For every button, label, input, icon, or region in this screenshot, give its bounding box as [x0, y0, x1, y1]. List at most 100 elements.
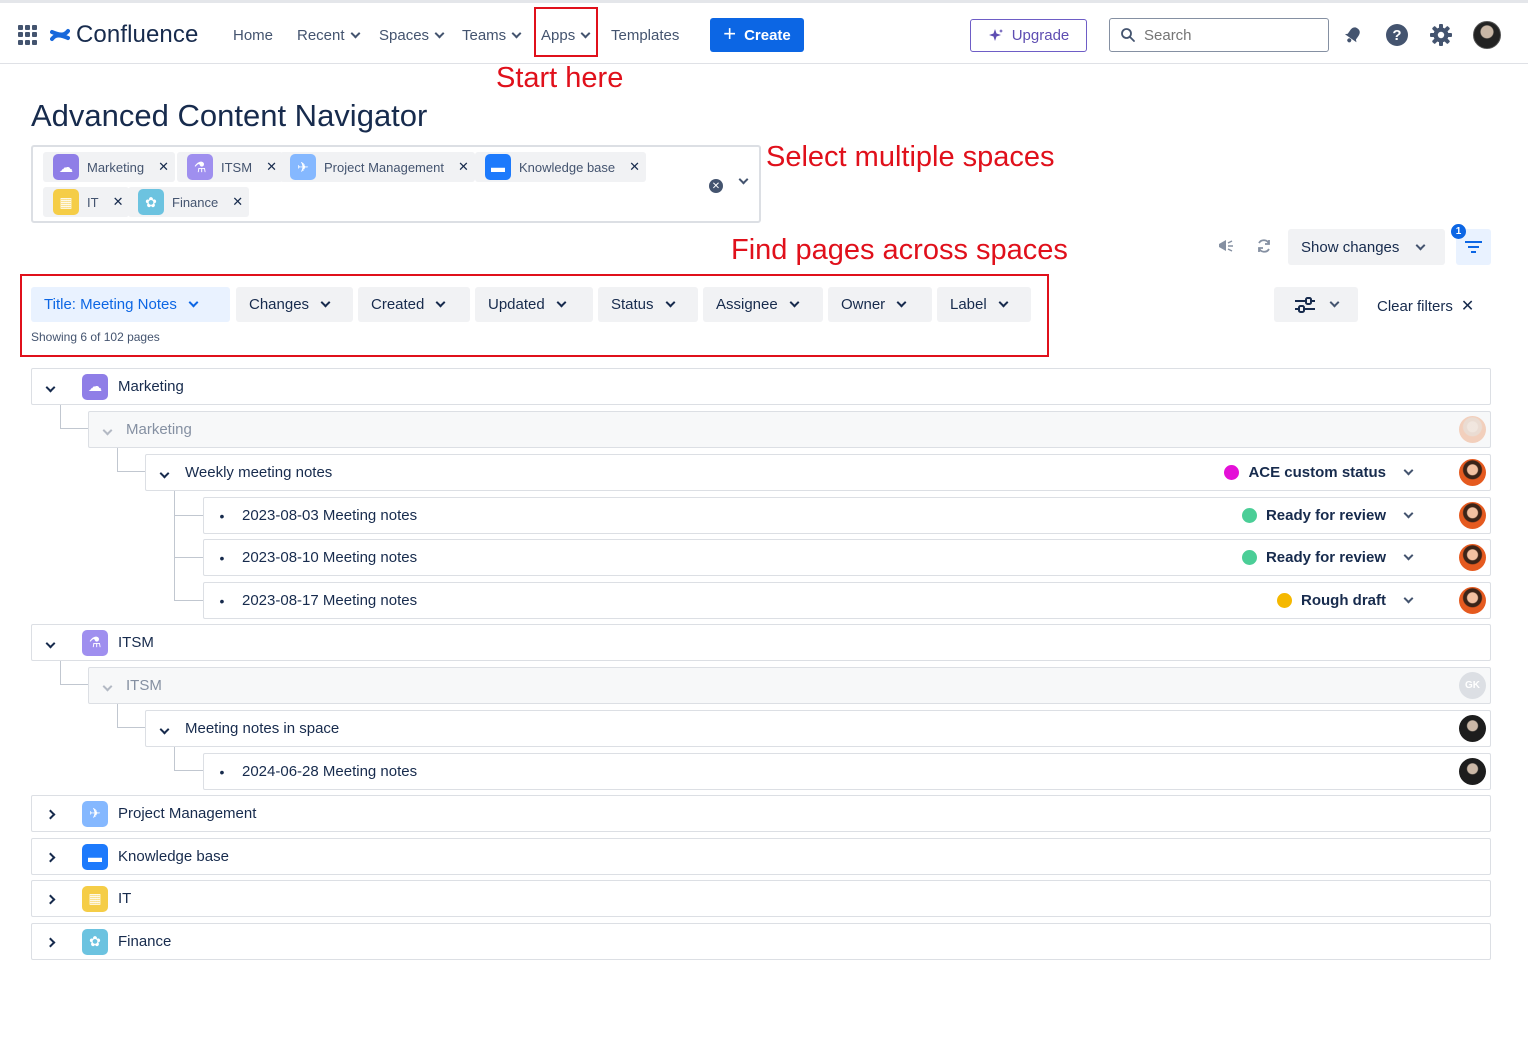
announcement-icon[interactable] — [1217, 238, 1235, 259]
owner-avatar[interactable] — [1459, 758, 1486, 785]
filter-title[interactable]: Title: Meeting Notes — [31, 287, 230, 322]
tree-row-space-marketing[interactable]: ☁ Marketing — [31, 368, 1491, 405]
space-chip-label: IT — [87, 194, 99, 210]
filter-status[interactable]: Status — [598, 287, 698, 322]
status-selector[interactable]: Ready for review — [1241, 507, 1414, 524]
nav-recent[interactable]: Recent — [297, 27, 360, 44]
help-icon[interactable]: ? — [1385, 23, 1409, 47]
collapse-toggle[interactable] — [93, 421, 121, 438]
clear-filters-button[interactable]: Clear filters ✕ — [1377, 296, 1474, 316]
expand-toggle[interactable] — [36, 890, 64, 907]
owner-avatar[interactable] — [1459, 459, 1486, 486]
filter-created[interactable]: Created — [358, 287, 470, 322]
marketing-space-icon: ☁ — [53, 154, 79, 180]
filter-assignee[interactable]: Assignee — [703, 287, 823, 322]
owner-avatar[interactable]: GK — [1459, 672, 1486, 699]
search-input[interactable] — [1144, 26, 1314, 44]
create-button[interactable]: + Create — [710, 18, 804, 52]
page-title-link[interactable]: Weekly meeting notes — [185, 464, 332, 481]
refresh-icon[interactable] — [1256, 238, 1272, 259]
space-chip-it[interactable]: ▦ IT ✕ — [43, 187, 130, 217]
chevron-down-icon — [1415, 240, 1426, 250]
status-selector[interactable]: ACE custom status — [1224, 464, 1414, 481]
tree-row-space-home[interactable]: ITSM GK — [88, 667, 1491, 704]
space-name: Marketing — [118, 378, 184, 395]
tree-row-space-project-management[interactable]: ✈ Project Management — [31, 795, 1491, 832]
app-switcher-icon[interactable] — [18, 25, 38, 45]
collapse-toggle[interactable] — [150, 720, 178, 737]
filter-changes[interactable]: Changes — [236, 287, 353, 322]
tree-row-page[interactable]: • 2023-08-17 Meeting notes Rough draft — [203, 582, 1491, 619]
chevron-down-icon — [45, 638, 55, 649]
remove-chip-icon[interactable]: ✕ — [266, 159, 277, 175]
results-count: Showing 6 of 102 pages — [31, 330, 160, 344]
chevron-down-icon — [159, 468, 169, 479]
owner-avatar[interactable] — [1459, 587, 1486, 614]
collapse-toggle[interactable] — [150, 464, 178, 481]
chevron-down-icon[interactable] — [738, 174, 749, 185]
chevron-right-icon — [45, 937, 55, 948]
display-options-button[interactable] — [1274, 287, 1358, 322]
status-label: Ready for review — [1265, 549, 1386, 566]
filter-updated[interactable]: Updated — [475, 287, 593, 322]
notifications-icon[interactable] — [1341, 23, 1365, 47]
space-chip-marketing[interactable]: ☁ Marketing ✕ — [43, 152, 175, 182]
space-chip-knowledge-base[interactable]: ▬ Knowledge base ✕ — [475, 152, 647, 182]
owner-avatar[interactable] — [1459, 715, 1486, 742]
expand-toggle[interactable] — [36, 848, 64, 865]
remove-chip-icon[interactable]: ✕ — [458, 159, 469, 175]
space-chip-finance[interactable]: ✿ Finance ✕ — [128, 187, 250, 217]
tree-connector — [174, 747, 203, 771]
page-title-link[interactable]: 2023-08-17 Meeting notes — [242, 592, 417, 609]
upgrade-button[interactable]: Upgrade — [970, 19, 1087, 52]
status-selector[interactable]: Ready for review — [1241, 549, 1414, 566]
page-title-link[interactable]: Meeting notes in space — [185, 720, 339, 737]
filter-created-label: Created — [371, 296, 425, 313]
expand-toggle[interactable] — [36, 805, 64, 822]
space-chip-itsm[interactable]: ⚗ ITSM ✕ — [177, 152, 283, 182]
tree-row-space-home[interactable]: Marketing — [88, 411, 1491, 448]
owner-avatar[interactable] — [1459, 502, 1486, 529]
page-title-link[interactable]: Marketing — [126, 421, 192, 438]
chevron-down-icon — [159, 724, 169, 735]
tree-row-page[interactable]: • 2024-06-28 Meeting notes — [203, 753, 1491, 790]
confluence-logo[interactable]: Confluence — [50, 21, 198, 49]
page-title-link[interactable]: 2024-06-28 Meeting notes — [242, 763, 417, 780]
tree-row-page[interactable]: Meeting notes in space — [145, 710, 1491, 747]
remove-chip-icon[interactable]: ✕ — [158, 159, 169, 175]
profile-avatar[interactable] — [1473, 21, 1501, 49]
status-selector[interactable]: Rough draft — [1277, 592, 1414, 609]
tree-row-space-itsm[interactable]: ⚗ ITSM — [31, 624, 1491, 661]
owner-avatar[interactable] — [1459, 544, 1486, 571]
nav-templates[interactable]: Templates — [611, 27, 679, 44]
nav-home[interactable]: Home — [233, 27, 273, 44]
page-title-link[interactable]: ITSM — [126, 677, 162, 694]
page-title-link[interactable]: 2023-08-03 Meeting notes — [242, 507, 417, 524]
tree-row-space-knowledge-base[interactable]: ▬ Knowledge base — [31, 838, 1491, 875]
remove-chip-icon[interactable]: ✕ — [232, 194, 243, 210]
tree-row-page[interactable]: • 2023-08-10 Meeting notes Ready for rev… — [203, 539, 1491, 576]
tree-row-page[interactable]: • 2023-08-03 Meeting notes Ready for rev… — [203, 497, 1491, 534]
collapse-toggle[interactable] — [36, 634, 64, 651]
tree-row-space-it[interactable]: ▦ IT — [31, 880, 1491, 917]
owner-avatar[interactable] — [1459, 416, 1486, 443]
show-changes-button[interactable]: Show changes — [1288, 229, 1445, 265]
filter-owner[interactable]: Owner — [828, 287, 932, 322]
expand-toggle[interactable] — [36, 933, 64, 950]
settings-icon[interactable] — [1429, 23, 1453, 47]
remove-chip-icon[interactable]: ✕ — [113, 194, 124, 210]
collapse-toggle[interactable] — [93, 677, 121, 694]
nav-teams[interactable]: Teams — [462, 27, 522, 44]
collapse-toggle[interactable] — [36, 378, 64, 395]
clear-selection-icon[interactable]: ✕ — [709, 179, 723, 193]
tree-row-space-finance[interactable]: ✿ Finance — [31, 923, 1491, 960]
filter-label[interactable]: Label — [937, 287, 1031, 322]
remove-chip-icon[interactable]: ✕ — [629, 159, 640, 175]
space-multiselect[interactable]: ☁ Marketing ✕ ⚗ ITSM ✕ ✈ Project Managem… — [31, 145, 761, 223]
nav-spaces[interactable]: Spaces — [379, 27, 445, 44]
page-title-link[interactable]: 2023-08-10 Meeting notes — [242, 549, 417, 566]
search-field[interactable] — [1109, 18, 1329, 52]
apps-highlight-box — [534, 7, 598, 57]
tree-row-page[interactable]: Weekly meeting notes ACE custom status — [145, 454, 1491, 491]
space-chip-project-management[interactable]: ✈ Project Management ✕ — [280, 152, 475, 182]
